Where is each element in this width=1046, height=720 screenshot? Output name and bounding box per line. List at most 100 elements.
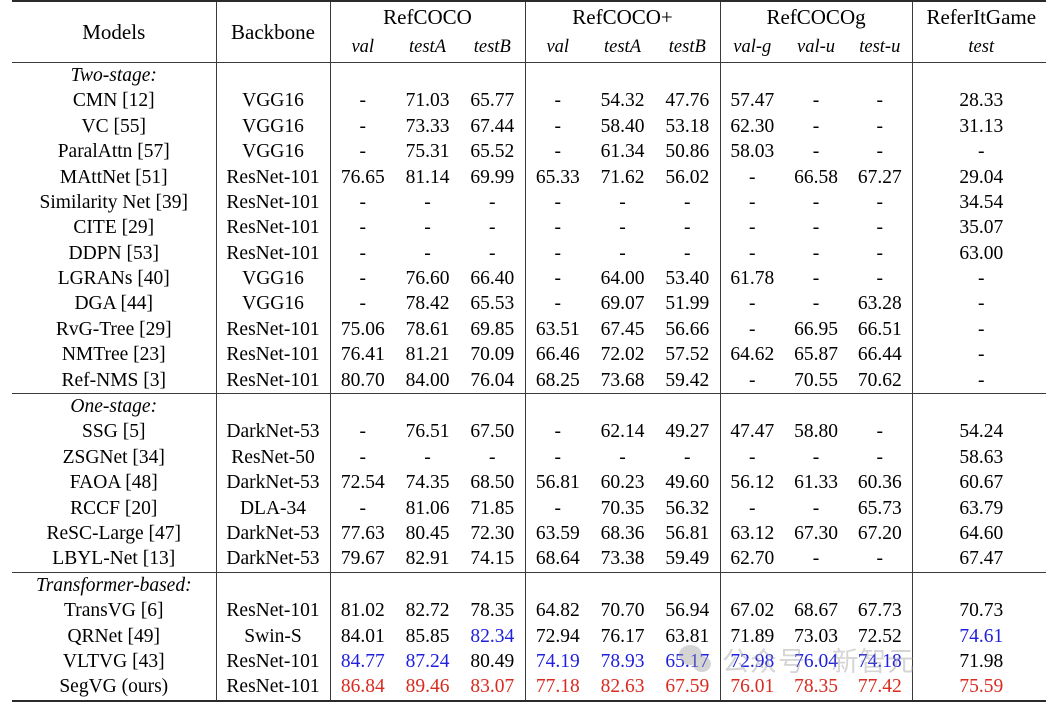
cell-backbone: VGG16 [215,139,330,165]
cell-metric-refcoco-val: - [329,139,395,165]
section-filler-cell [590,62,655,89]
cell-metric-refcocoplus-testb: 53.40 [665,268,710,290]
cell-metric-refcocog-valu: - [812,548,820,570]
cell-model-name: FAOA [48] [69,472,158,494]
cell-metric-refcoco-val: 77.63 [329,521,395,547]
cell-metric-refcocoplus-testb: 51.99 [665,293,710,315]
cell-metric-refcocoplus-testa: 70.35 [600,497,645,519]
cell-metric-refcocog-valu: 70.55 [794,369,838,391]
cell-metric-refcoco-val: 81.02 [329,598,395,624]
cell-metric-refcocoplus-testb: 67.59 [655,674,721,702]
section-filler-cell [655,393,721,420]
cell-metric-refcocog-testu: - [876,90,884,112]
column-subheader-refcocoplus-val: val [524,32,590,63]
cell-metric-refcoco-testa: 81.21 [405,344,450,366]
cell-metric-refcoco-val: 86.84 [329,674,395,702]
cell-model-name: CITE [29] [73,217,155,239]
cell-metric-referitgame-test: 54.24 [911,419,1046,445]
cell-metric-refcocog-testu: 67.27 [857,166,902,188]
cell-metric-refcoco-val: - [329,444,395,471]
table-row: Similarity Net [39] ResNet-101- - - - - - - - -34… [12,189,1046,216]
cell-metric-refcocog-valg: 56.12 [719,470,785,496]
section-filler-cell [524,62,590,89]
cell-metric-refcoco-val: - [329,215,395,241]
cell-metric-refcocoplus-testa: 60.23 [600,472,645,494]
table-row: VC [55] VGG16-73.33 67.44-58.40 53.18 62.30-… [12,113,1046,140]
cell-metric-refcoco-val: - [329,495,395,522]
table-row: RvG-Tree [29] ResNet-101 75.06 78.61 69.85 63… [12,316,1046,343]
cell-metric-refcocog-valg: 62.70 [719,546,785,573]
cell-metric-referitgame-test: - [911,316,1046,343]
cell-metric-refcoco-val: - [329,88,395,114]
column-header-group-referitgame: ReferItGame [911,0,1046,32]
cell-backbone: VGG16 [215,266,330,292]
cell-metric-refcoco-testa: 81.06 [405,497,450,519]
cell-metric-refcocoplus-testb: 53.18 [665,115,710,137]
cell-metric-refcocoplus-testb: 56.02 [665,166,710,188]
table-row: Ref-NMS [3] ResNet-101 80.70 84.00 76.04 68.2… [12,367,1046,394]
cell-metric-refcocog-testu: 66.51 [857,318,902,340]
cell-metric-refcocoplus-testb: 57.52 [665,344,710,366]
cell-model-name: VLTVG [43] [62,650,165,672]
cell-metric-refcoco-testa: 82.91 [405,548,450,570]
cell-metric-refcocog-valu: 73.03 [794,625,838,647]
cell-metric-referitgame-test: 34.54 [911,189,1046,216]
cell-model-name: DDPN [53] [68,242,159,264]
cell-metric-refcocog-valg: 61.78 [719,266,785,292]
cell-backbone: ResNet-101 [215,240,330,267]
cell-backbone: DarkNet-53 [215,546,330,573]
cell-metric-referitgame-test: 28.33 [911,88,1046,114]
cell-metric-refcoco-testa: - [424,446,431,468]
cell-metric-refcoco-val: - [329,266,395,292]
cell-metric-refcocoplus-val: 63.59 [524,521,590,547]
cell-backbone: DarkNet-53 [215,521,330,547]
table-row: DDPN [53] ResNet-101- - - - - - - - -63.00 [12,240,1046,267]
cell-model-name: QRNet [49] [67,625,161,647]
cell-metric-referitgame-test: 31.13 [911,113,1046,140]
cell-metric-refcocog-testu: - [876,242,884,264]
section-filler-cell [655,62,721,89]
cell-metric-refcocog-testu: 70.62 [857,369,902,391]
cell-metric-refcocoplus-val: 56.81 [524,470,590,496]
cell-model-name: RvG-Tree [29] [55,318,172,340]
cell-metric-refcocog-valg: - [719,367,785,394]
section-filler-cell [784,393,849,420]
cell-metric-referitgame-test: 74.61 [911,623,1046,649]
cell-metric-refcocog-valu: 61.33 [794,472,838,494]
cell-metric-refcocog-valu: 78.35 [784,674,849,702]
cell-metric-refcocoplus-testb: 56.66 [665,318,710,340]
section-filler-cell [911,393,1046,420]
cell-metric-refcoco-testb: 78.35 [470,600,515,622]
cell-metric-refcocoplus-val: 63.51 [524,316,590,343]
cell-metric-refcocog-testu: 67.20 [857,522,902,544]
cell-metric-referitgame-test: 67.47 [911,546,1046,573]
cell-metric-refcocog-testu: - [876,217,884,239]
cell-backbone: ResNet-101 [215,598,330,624]
section-filler-cell [395,571,460,599]
cell-metric-refcocog-testu: 72.52 [857,625,902,647]
cell-metric-refcocoplus-val: 68.25 [524,367,590,394]
cell-metric-refcocog-testu: - [876,268,884,290]
cell-metric-referitgame-test: 75.59 [911,674,1046,702]
cell-metric-refcocoplus-val: - [524,113,590,140]
section-filler-cell [524,393,590,420]
column-header-group-refcoco: RefCOCO [329,0,525,32]
cell-metric-refcocoplus-val: 72.94 [524,623,590,649]
cell-metric-refcocoplus-val: 68.64 [524,546,590,573]
cell-metric-refcocog-testu: 65.73 [857,497,902,519]
cell-metric-refcocog-valu: - [812,242,820,264]
cell-metric-refcoco-testa: 73.33 [405,115,450,137]
table-row: LGRANs [40] VGG16-76.60 66.40-64.00 53.40 61… [12,266,1046,292]
table-row: RCCF [20] DLA-34-81.06 71.85-70.35 56.32- -6… [12,495,1046,522]
column-header-backbone: Backbone [215,0,330,63]
cell-backbone: ResNet-101 [215,342,330,368]
cell-metric-refcoco-testa: 87.24 [405,650,450,672]
cell-metric-refcoco-testa: 85.85 [405,625,450,647]
column-subheader-refcoco-val: val [329,32,395,63]
table-row: ZSGNet [34] ResNet-50- - - - - - - - -58.63 [12,444,1046,471]
cell-backbone: ResNet-101 [215,367,330,394]
cell-metric-refcoco-testa: 82.72 [405,600,450,622]
cell-metric-refcocoplus-testb: 56.94 [665,600,710,622]
cell-metric-refcocog-valg: 67.02 [719,598,785,624]
table-sheet: Models Backbone RefCOCO RefCOCO+ RefCOCOg Ref… [0,0,1046,720]
